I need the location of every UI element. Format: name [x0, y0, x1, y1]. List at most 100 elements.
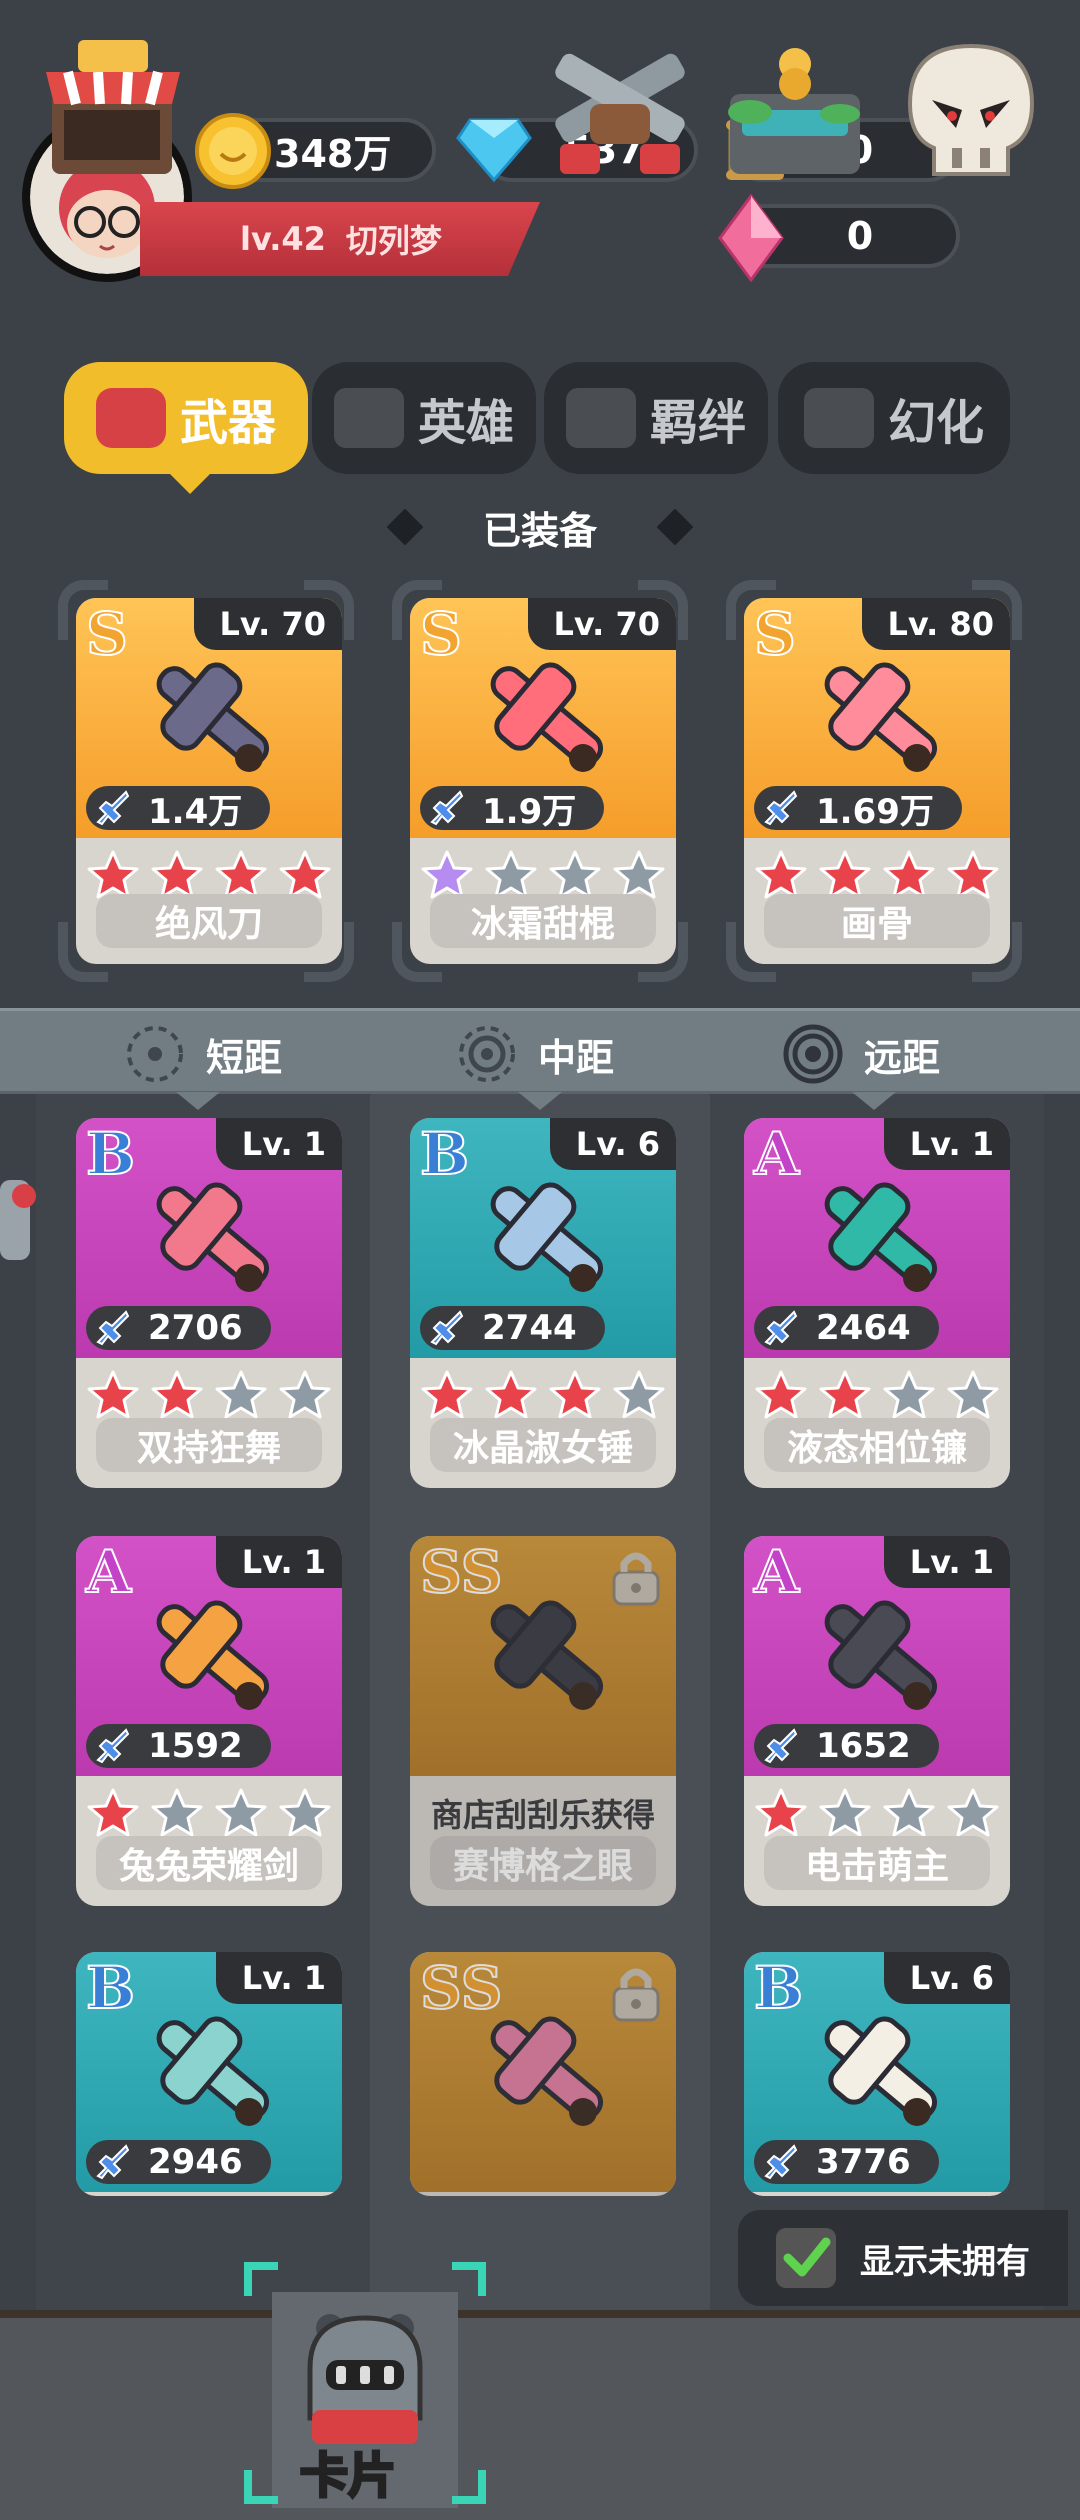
range-pointer-long: [852, 1092, 896, 1110]
card-level: Lv. 70: [193, 598, 342, 650]
treasure-fountain-icon: [728, 48, 860, 174]
card-stars: [744, 1368, 1010, 1424]
card-level: Lv. 1: [215, 1118, 342, 1170]
card-grade: S: [753, 599, 797, 669]
star-empty-icon: [613, 1370, 665, 1419]
range-mid[interactable]: 中距: [456, 1011, 614, 1097]
star-empty-icon: [883, 1788, 935, 1837]
tab-heroes[interactable]: 英雄: [312, 362, 536, 474]
power-sword-icon: [764, 2144, 798, 2180]
card-stars: [76, 1786, 342, 1842]
hero-tab-icon: [333, 388, 404, 448]
weapon-art-icon: [490, 1182, 604, 1292]
card-level: Lv. 70: [527, 598, 676, 650]
show-unowned-label: 显示未拥有: [860, 2241, 1030, 2282]
weapon-card[interactable]: A Lv. 1 2464 液态相位镰: [744, 1118, 1010, 1488]
range-mid-label: 中距: [538, 1035, 615, 1080]
weapon-art-icon: [824, 2016, 938, 2126]
range-bar: 短距 中距 远距: [0, 1008, 1080, 1094]
card-name: 绝风刀: [96, 894, 322, 948]
nav-battle[interactable]: [530, 24, 685, 194]
weapon-card[interactable]: A Lv. 1 1592 兔兔荣耀剑: [76, 1536, 342, 1906]
tab-weapons[interactable]: 武器: [64, 362, 308, 474]
show-unowned-checkbox[interactable]: [776, 2228, 836, 2288]
long-range-icon: [783, 1024, 843, 1084]
star-empty-icon: [947, 1788, 999, 1837]
nav-skull[interactable]: [896, 24, 1046, 194]
card-name: 兔兔荣耀剑: [96, 1836, 322, 1890]
power-sword-icon: [764, 1728, 798, 1764]
weapon-card[interactable]: SS 商店刮刮乐获得 赛博格之眼: [410, 1536, 676, 1906]
tab-pointer: [166, 470, 214, 494]
range-pointer-mid: [518, 1092, 562, 1110]
card-name: 冰晶淑女锤: [430, 1418, 656, 1472]
card-grade: A: [753, 1537, 800, 1607]
card-level: Lv. 6: [883, 1952, 1010, 2004]
diamond-icon: [456, 118, 532, 183]
nav-cards-label: 卡片: [298, 2447, 397, 2506]
weapon-card[interactable]: A Lv. 1 1652 电击萌主: [744, 1536, 1010, 1906]
transform-tab-icon: [803, 388, 874, 448]
star-filled-icon: [549, 1370, 601, 1419]
star-filled-icon: [87, 1788, 139, 1837]
range-long[interactable]: 远距: [782, 1011, 940, 1097]
card-name: 液态相位镰: [764, 1418, 990, 1472]
checkmark-icon: [783, 2237, 831, 2277]
star-empty-icon: [151, 1788, 203, 1837]
side-peek-weapon-icon: [0, 1180, 36, 1260]
star-empty-icon: [819, 1788, 871, 1837]
nav-shop[interactable]: [38, 24, 188, 194]
equipped-card[interactable]: S Lv. 70 1.4万 绝风刀: [76, 598, 342, 964]
star-empty-icon: [279, 1788, 331, 1837]
star-empty-icon: [215, 1370, 267, 1419]
weapon-card[interactable]: SS: [410, 1952, 676, 2196]
nav-select-corner-bl: [244, 2470, 278, 2504]
tab-transform[interactable]: 幻化: [778, 362, 1010, 474]
nav-base[interactable]: [720, 24, 870, 194]
range-short[interactable]: 短距: [124, 1011, 282, 1097]
card-grade: B: [419, 1119, 470, 1189]
range-short-label: 短距: [206, 1035, 283, 1080]
power-sword-icon: [764, 1310, 798, 1346]
card-power: 2706: [86, 1306, 271, 1350]
card-level: Lv. 1: [883, 1118, 1010, 1170]
card-power-value: 3776: [816, 2142, 911, 2182]
card-grade: A: [85, 1537, 132, 1607]
power-sword-icon: [430, 1310, 464, 1346]
locked-overlay: [410, 1536, 676, 1906]
equipped-card[interactable]: S Lv. 80 1.69万 画骨: [744, 598, 1010, 964]
weapon-card[interactable]: B Lv. 1 2946: [76, 1952, 342, 2196]
card-stars: [410, 1368, 676, 1424]
player-name-plate: lv.42 切列梦: [140, 202, 540, 276]
equipped-card[interactable]: S Lv. 70 1.9万 冰霜甜棍: [410, 598, 676, 964]
power-sword-icon: [96, 1310, 130, 1346]
star-filled-icon: [87, 1370, 139, 1419]
weapon-art-icon: [824, 1182, 938, 1292]
equipped-title: 已装备: [482, 509, 597, 553]
weapon-card[interactable]: B Lv. 6 2744 冰晶淑女锤: [410, 1118, 676, 1488]
weapon-card[interactable]: B Lv. 6 3776: [744, 1952, 1010, 2196]
range-long-label: 远距: [864, 1035, 941, 1080]
card-power-value: 1.9万: [482, 791, 577, 832]
star-filled-icon: [755, 1370, 807, 1419]
star-empty-icon: [215, 1788, 267, 1837]
star-filled-icon: [421, 1370, 473, 1419]
power-sword-icon: [96, 2144, 130, 2180]
card-stars: [744, 1786, 1010, 1842]
card-grade: B: [753, 1953, 804, 2023]
star-filled-icon: [485, 1370, 537, 1419]
card-power: 1.9万: [420, 786, 605, 832]
tab-bonds[interactable]: 羁绊: [544, 362, 768, 474]
crossed-weapons-icon: [555, 53, 685, 174]
shop-icon: [46, 40, 180, 174]
card-power-value: 2744: [482, 1308, 577, 1348]
short-range-icon: [127, 1026, 183, 1082]
star-filled-icon: [755, 1788, 807, 1837]
weapon-art-icon: [156, 1600, 270, 1710]
card-grade: S: [85, 599, 129, 669]
weapon-card[interactable]: B Lv. 1 2706 双持狂舞: [76, 1118, 342, 1488]
weapon-art-icon: [824, 1600, 938, 1710]
weapon-tab-icon: [95, 388, 166, 448]
show-unowned-toggle[interactable]: 显示未拥有: [738, 2210, 1068, 2306]
card-power-value: 1652: [816, 1726, 911, 1766]
